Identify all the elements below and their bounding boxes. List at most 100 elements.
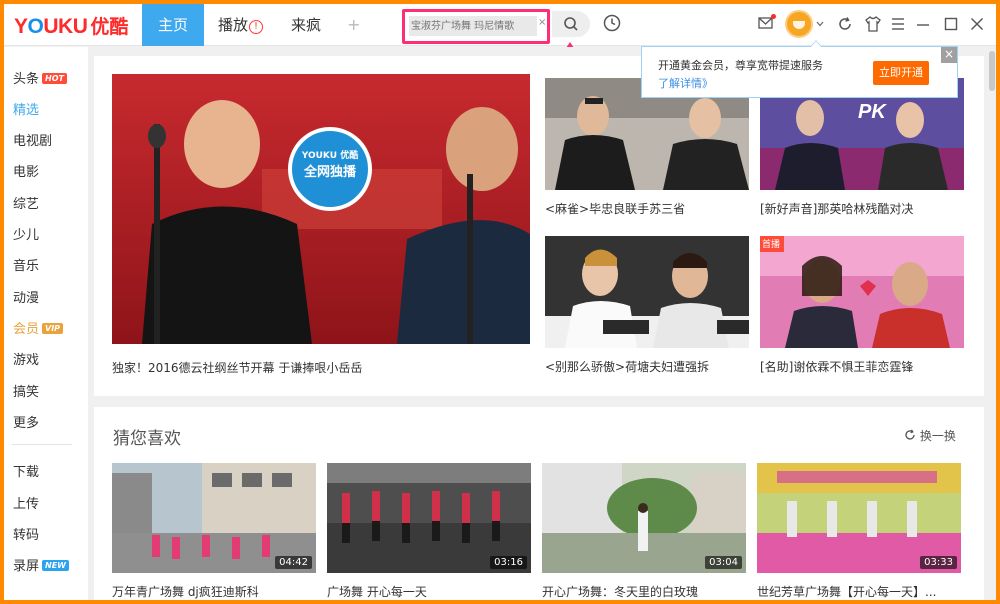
search-button[interactable] (552, 11, 590, 37)
sidebar-item-label: 音乐 (13, 259, 40, 274)
featured-caption-1[interactable]: <麻雀>毕忠良联手苏三省 (545, 200, 749, 217)
sidebar-divider (12, 444, 72, 445)
logo-cn: 优酷 (90, 16, 129, 38)
duration-badge: 04:42 (275, 556, 312, 569)
sidebar-item-vip[interactable]: 会员 VIP (13, 318, 64, 338)
duration-badge: 03:04 (705, 556, 742, 569)
sidebar-item-featured[interactable]: 精选 (13, 99, 39, 119)
duration-badge: 03:16 (490, 556, 527, 569)
tab-laifeng-label: 来疯 (291, 16, 322, 34)
maximize-icon[interactable] (944, 17, 958, 31)
scrollbar[interactable] (988, 47, 996, 600)
exclusive-stamp: YOUKU 优酷 全网独播 (290, 148, 370, 180)
featured-caption-4[interactable]: [名助]谢依霖不惧王菲恋霆锋 (760, 358, 964, 375)
featured-main-caption[interactable]: 独家！2016德云社纲丝节开幕 于谦捧哏小岳岳 (112, 359, 530, 376)
tab-home-label: 主页 (158, 16, 189, 34)
add-tab-button[interactable]: + (335, 4, 372, 46)
sidebar-item-label: 电影 (13, 165, 40, 180)
chevron-down-icon[interactable] (816, 21, 824, 27)
clock-icon (603, 14, 621, 32)
tab-laifeng[interactable]: 来疯 (277, 4, 335, 46)
top-bar: YOUKU 优酷 主页 播放! 来疯 + × (4, 4, 996, 46)
svg-text:PK: PK (858, 101, 887, 123)
sidebar-item-label: 电视剧 (13, 134, 53, 149)
recommend-thumbnail-2[interactable]: 03:16 (327, 463, 531, 573)
learn-more-link[interactable]: 了解详情》 (658, 75, 713, 91)
sidebar-item-games[interactable]: 游戏 (13, 349, 39, 369)
duration-badge: 03:33 (920, 556, 957, 569)
hot-badge: HOT (42, 73, 67, 84)
sidebar-item-upload[interactable]: 上传 (13, 493, 39, 513)
featured-main-image (112, 74, 530, 344)
search-box: × (402, 9, 550, 44)
sidebar-item-tv[interactable]: 电视剧 (13, 130, 52, 150)
sidebar-item-kids[interactable]: 少儿 (13, 224, 39, 244)
featured-thumbnail-4[interactable]: 首播 (760, 236, 964, 348)
sidebar-item-label: 头条 (13, 72, 40, 87)
sidebar-item-label: 上传 (13, 497, 40, 512)
sidebar-item-label: 更多 (13, 416, 40, 431)
featured-caption-3[interactable]: <别那么骄傲>荷塘夫妇遭强拆 (545, 358, 749, 375)
popup-close-button[interactable]: × (941, 47, 957, 63)
sidebar-item-music[interactable]: 音乐 (13, 255, 39, 275)
app-window: YOUKU 优酷 主页 播放! 来疯 + × (4, 4, 996, 600)
sidebar-item-label: 游戏 (13, 353, 40, 368)
sidebar-item-transcode[interactable]: 转码 (13, 524, 39, 544)
featured-caption-2[interactable]: [新好声音]那英哈林残酷对决 (760, 200, 964, 217)
refresh-icon[interactable] (837, 16, 853, 32)
youku-logo[interactable]: YOUKU 优酷 (14, 12, 128, 38)
sidebar-item-label: 综艺 (13, 197, 40, 212)
search-clear-button[interactable]: × (538, 17, 546, 28)
new-badge: NEW (42, 560, 69, 571)
history-button[interactable] (602, 13, 622, 37)
recommend-thumbnail-1[interactable]: 04:42 (112, 463, 316, 573)
skin-shirt-icon[interactable] (864, 16, 882, 32)
avatar[interactable] (785, 10, 813, 38)
popup-text: 开通黄金会员，尊享宽带提速服务 (658, 59, 823, 72)
sidebar-item-variety[interactable]: 综艺 (13, 193, 39, 213)
vip-badge: VIP (42, 323, 64, 334)
recommend-thumbnail-3[interactable]: 03:04 (542, 463, 746, 573)
tab-home[interactable]: 主页 (142, 4, 205, 46)
sidebar-item-download[interactable]: 下载 (13, 461, 39, 481)
search-input[interactable] (409, 16, 537, 36)
recommend-caption-4[interactable]: 世纪芳草广场舞【开心每一天】... (757, 583, 961, 600)
tab-play-label: 播放 (218, 16, 249, 34)
sidebar-item-anime[interactable]: 动漫 (13, 287, 39, 307)
minimize-icon[interactable] (916, 23, 930, 27)
menu-icon[interactable] (891, 18, 905, 30)
sidebar-item-label: 少儿 (13, 228, 40, 243)
scrollbar-thumb[interactable] (989, 51, 995, 91)
sidebar-item-label: 搞笑 (13, 385, 40, 400)
sidebar-item-record[interactable]: 录屏 NEW (13, 555, 69, 575)
tab-play[interactable]: 播放! (204, 4, 277, 46)
premiere-corner-badge: 首播 (762, 240, 781, 250)
sidebar-item-label: 会员 (13, 322, 40, 337)
sidebar-item-label: 精选 (13, 103, 40, 118)
recommend-thumbnail-4[interactable]: 03:33 (757, 463, 961, 573)
featured-section: YOUKU 优酷 全网独播 独家！2016德云社纲丝节开幕 于谦捧哏小岳岳 <麻… (94, 56, 984, 396)
recommend-section: 猜您喜欢 换一换 04:42 万年青广场舞 dj疯狂迪斯科 03:16 广场舞 … (94, 407, 984, 600)
section-title: 猜您喜欢 (113, 429, 181, 449)
refresh-label: 换一换 (919, 429, 956, 443)
featured-thumbnail-3[interactable] (545, 236, 749, 348)
sidebar-item-funny[interactable]: 搞笑 (13, 381, 39, 401)
featured-main-thumbnail[interactable]: YOUKU 优酷 全网独播 (112, 74, 530, 344)
sidebar-item-label: 转码 (13, 528, 40, 543)
refresh-recommend-button[interactable]: 换一换 (904, 427, 956, 444)
featured-image-4 (760, 236, 964, 348)
sidebar-item-label: 动漫 (13, 291, 40, 306)
recommend-caption-3[interactable]: 开心广场舞：冬天里的白玫瑰 (542, 583, 746, 600)
featured-image-3 (545, 236, 749, 348)
close-icon[interactable] (970, 17, 984, 31)
sidebar-item-label: 下载 (13, 465, 40, 480)
sidebar-item-headlines[interactable]: 头条 HOT (13, 68, 67, 88)
recommend-caption-2[interactable]: 广场舞 开心每一天 (327, 583, 531, 600)
recommend-caption-1[interactable]: 万年青广场舞 dj疯狂迪斯科 (112, 583, 316, 600)
stamp-label: 全网独播 (303, 165, 356, 180)
sidebar-item-more[interactable]: 更多 (13, 412, 39, 432)
stamp-brand: YOUKU 优酷 (301, 151, 359, 161)
sidebar-item-label: 录屏 (13, 559, 40, 574)
open-vip-button[interactable]: 立即开通 (873, 61, 929, 85)
sidebar-item-movies[interactable]: 电影 (13, 161, 39, 181)
